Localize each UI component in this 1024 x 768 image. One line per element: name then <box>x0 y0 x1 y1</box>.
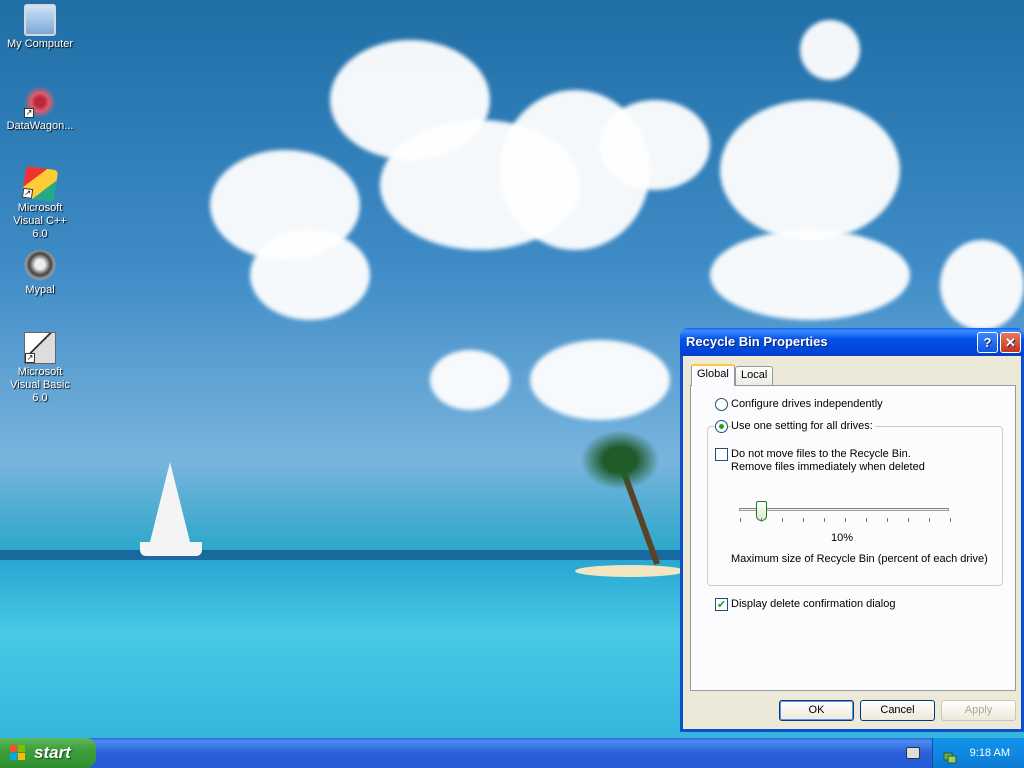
desktop-icon-label: Microsoft Visual C++ 6.0 <box>13 202 67 240</box>
slider-tick <box>929 518 930 522</box>
slider-tick <box>908 518 909 522</box>
visual-basic-icon: ↗ <box>24 332 56 364</box>
system-tray: 9:18 AM <box>932 738 1024 768</box>
keyboard-icon[interactable] <box>906 747 920 759</box>
recycle-bin-properties-dialog: Recycle Bin Properties ? ✕ Global Local … <box>680 328 1024 732</box>
slider-tick <box>866 518 867 522</box>
checkbox-label: Display delete confirmation dialog <box>731 598 896 610</box>
desktop-icon-label: Mypal <box>25 284 55 296</box>
radio-use-one-setting[interactable] <box>715 420 728 433</box>
shortcut-arrow-icon: ↗ <box>25 353 35 363</box>
desktop-icon-visual-basic[interactable]: ↗ Microsoft Visual Basic 6.0 <box>0 332 80 405</box>
network-icon[interactable] <box>943 746 957 764</box>
slider-value-label: 10% <box>831 532 854 544</box>
slider-tick <box>782 518 783 522</box>
tab-local-disk[interactable]: Local Disk (C:) <box>735 366 774 415</box>
visual-cpp-icon: ↗ <box>21 165 59 203</box>
slider-tick <box>824 518 825 522</box>
checkbox-label: Do not move files to the Recycle Bin. <box>731 448 911 460</box>
checkbox-label-line2: Remove files immediately when deleted <box>731 461 925 473</box>
radio-label: Configure drives independently <box>731 398 883 410</box>
slider-tick <box>845 518 846 522</box>
checkbox-display-confirm[interactable]: ✔ <box>715 598 728 611</box>
cancel-button[interactable]: Cancel <box>860 700 935 721</box>
start-label: start <box>34 743 71 762</box>
ok-button[interactable]: OK <box>779 700 854 721</box>
desktop-icon-mypal[interactable]: Mypal <box>0 250 80 297</box>
checkbox-do-not-move[interactable] <box>715 448 728 461</box>
shortcut-arrow-icon: ↗ <box>21 187 34 200</box>
dialog-titlebar[interactable]: Recycle Bin Properties ? ✕ <box>680 328 1024 356</box>
slider-tick <box>887 518 888 522</box>
desktop-icon-label: Microsoft Visual Basic 6.0 <box>10 366 70 404</box>
desktop-icon-label: DataWagon... <box>6 120 74 132</box>
desktop-icon-my-computer[interactable]: My Computer <box>0 4 80 51</box>
dialog-title: Recycle Bin Properties <box>686 334 828 349</box>
apply-button[interactable]: Apply <box>941 700 1016 721</box>
start-button[interactable]: start <box>0 738 96 768</box>
radio-label: Use one setting for all drives: <box>731 420 875 432</box>
help-button[interactable]: ? <box>977 332 998 353</box>
slider-caption: Maximum size of Recycle Bin (percent of … <box>731 553 988 565</box>
datawagon-icon: ↗ <box>24 86 56 118</box>
tab-panel-global: Configure drives independently Use one s… <box>690 385 1016 691</box>
recycle-bin-size-slider[interactable] <box>739 501 949 521</box>
shortcut-arrow-icon: ↗ <box>24 108 34 118</box>
close-button[interactable]: ✕ <box>1000 332 1021 353</box>
clock[interactable]: 9:18 AM <box>970 738 1010 768</box>
slider-tick <box>950 518 951 522</box>
windows-logo-icon <box>10 745 27 761</box>
computer-icon <box>24 4 56 36</box>
radio-configure-independently[interactable] <box>715 398 728 411</box>
desktop-icon-label: My Computer <box>6 38 74 50</box>
tab-global[interactable]: Global <box>691 364 735 386</box>
taskbar: start 9:18 AM <box>0 738 1024 768</box>
desktop-icon-visual-cpp[interactable]: ↗ Microsoft Visual C++ 6.0 <box>0 165 80 241</box>
slider-tick <box>803 518 804 522</box>
desktop-icon-datawagon[interactable]: ↗ DataWagon... <box>0 86 80 133</box>
slider-tick <box>761 518 762 522</box>
mypal-icon <box>24 250 56 282</box>
slider-tick <box>740 518 741 522</box>
